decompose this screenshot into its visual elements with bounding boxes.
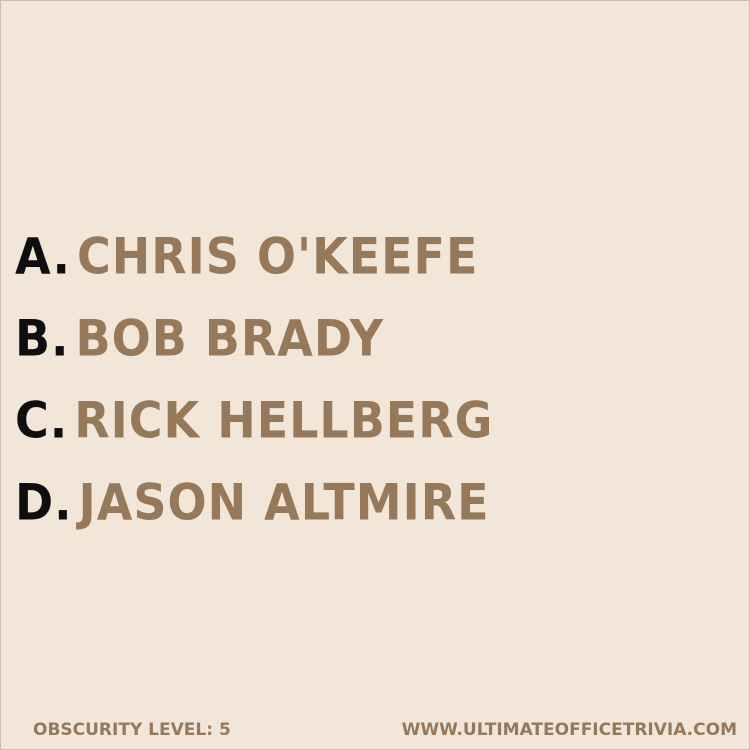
website-url: WWW.ULTIMATEOFFICETRIVIA.COM <box>401 720 737 740</box>
trivia-card: A. CHRIS O'KEEFE B. BOB BRADY C. RICK HE… <box>0 0 750 750</box>
option-letter: C. <box>15 390 69 450</box>
option-answer: JASON ALTMIRE <box>78 472 490 532</box>
option-letter: B. <box>15 308 70 368</box>
option-d: D. JASON ALTMIRE <box>15 458 493 547</box>
option-a: A. CHRIS O'KEEFE <box>15 212 493 301</box>
option-answer: RICK HELLBERG <box>74 390 494 450</box>
option-c: C. RICK HELLBERG <box>15 376 493 465</box>
option-letter: D. <box>15 472 73 532</box>
option-letter: A. <box>15 226 71 286</box>
option-b: B. BOB BRADY <box>15 294 493 383</box>
option-answer: CHRIS O'KEEFE <box>76 226 479 286</box>
obscurity-level-label: OBSCURITY LEVEL: 5 <box>33 720 231 740</box>
option-answer: BOB BRADY <box>75 308 385 368</box>
answer-options-list: A. CHRIS O'KEEFE B. BOB BRADY C. RICK HE… <box>15 215 493 543</box>
